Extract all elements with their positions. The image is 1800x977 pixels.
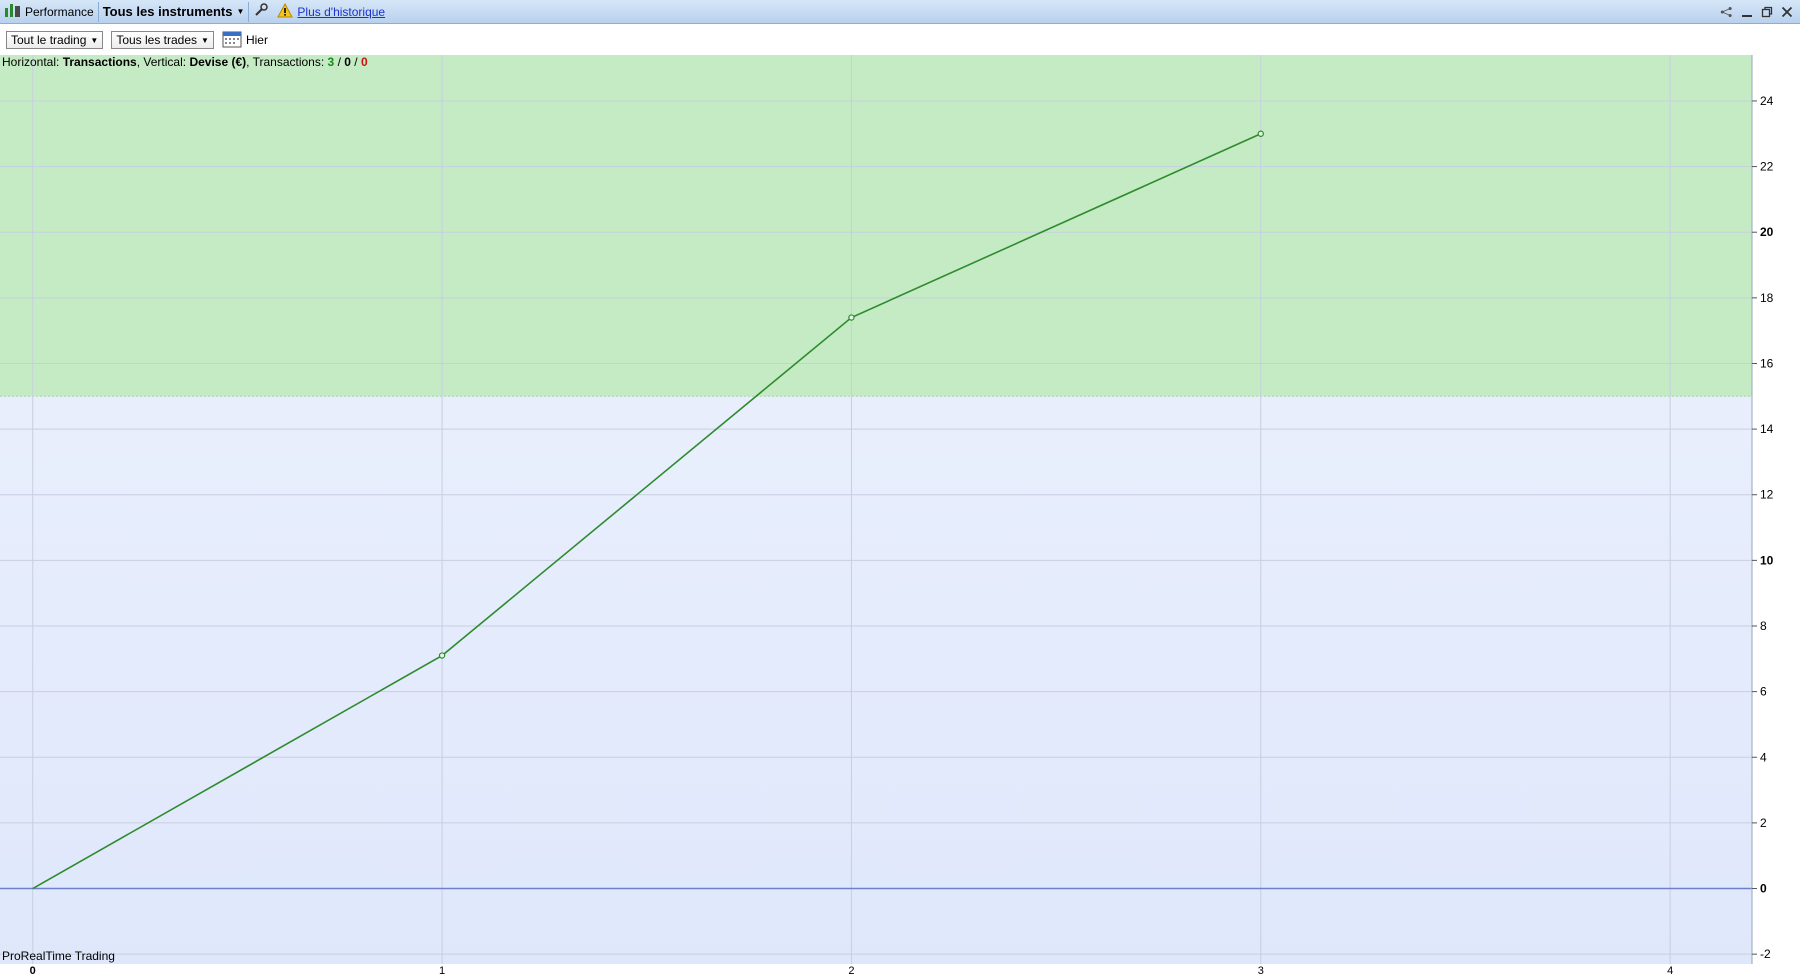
x-tick-label: 1	[439, 965, 445, 977]
share-icon[interactable]	[1720, 5, 1734, 19]
performance-icon	[4, 2, 22, 21]
chevron-down-icon: ▼	[201, 35, 209, 45]
equity-chart[interactable]: -2 0 2 4 6 8 10 12 14 16 18 20 22 24 01234	[0, 55, 1800, 977]
x-tick-label: 0	[30, 965, 36, 977]
y-tick-label: 12	[1760, 488, 1774, 502]
date-picker[interactable]: Hier	[222, 30, 268, 51]
y-tick-label: 2	[1760, 816, 1767, 830]
wrench-icon	[253, 2, 269, 21]
settings-button[interactable]	[249, 0, 273, 24]
y-tick-label: -2	[1760, 947, 1771, 961]
trades-select[interactable]: Tous les trades ▼	[111, 31, 214, 49]
warning-icon	[277, 2, 294, 21]
y-tick-label: 14	[1760, 422, 1774, 436]
calendar-icon	[222, 30, 242, 51]
y-tick-label: 0	[1760, 882, 1767, 896]
y-tick-label: 24	[1760, 94, 1774, 108]
toolbar: Tout le trading ▼ Tous les trades ▼ Hier	[0, 25, 1800, 55]
chevron-down-icon: ▼	[236, 7, 245, 16]
horizontal-value: Transactions	[62, 55, 137, 69]
trades-select-value: Tous les trades	[116, 33, 198, 47]
data-point	[848, 314, 855, 321]
restore-icon[interactable]	[1760, 5, 1774, 19]
transactions-label: , Transactions:	[246, 55, 325, 69]
history-link[interactable]: Plus d'historique	[297, 5, 385, 19]
title-bar: Performance Tous les instruments ▼ Plus …	[0, 0, 1800, 24]
horizontal-label: Horizontal:	[2, 55, 60, 69]
data-point	[438, 652, 446, 659]
vertical-value: Devise (€)	[189, 55, 247, 69]
vertical-label: , Vertical:	[136, 55, 187, 69]
y-axis: -2024681012141618202224	[1752, 94, 1774, 961]
window-controls	[1720, 0, 1794, 24]
history-link-group: Plus d'historique	[273, 0, 389, 24]
neutral-count: 0	[344, 55, 351, 69]
losing-count: 0	[360, 55, 368, 69]
chart-canvas: -2024681012141618202224 01234	[0, 55, 1774, 977]
separator: /	[354, 55, 358, 69]
brand-label: ProRealTime Trading	[2, 949, 115, 963]
x-axis: 0 1 2 3 4	[30, 965, 1674, 977]
profit-zone	[0, 55, 1752, 397]
data-point	[1257, 130, 1264, 137]
y-tick-label: 20	[1760, 225, 1774, 239]
minimize-icon[interactable]	[1740, 5, 1754, 19]
instrument-label: Tous les instruments	[102, 4, 233, 19]
scope-select[interactable]: Tout le trading ▼	[6, 31, 104, 49]
x-tick-label: 4	[1667, 965, 1673, 977]
y-tick-label: 6	[1760, 685, 1767, 699]
performance-tab[interactable]: Performance	[0, 0, 98, 24]
y-tick-label: 8	[1760, 619, 1767, 633]
winning-count: 3	[327, 55, 335, 69]
chart-info: Horizontal: Transactions, Vertical: Devi…	[2, 55, 368, 69]
y-tick-label: 10	[1760, 553, 1774, 567]
close-icon[interactable]	[1780, 5, 1794, 19]
x-tick-label: 2	[848, 965, 854, 977]
y-tick-label: 16	[1760, 356, 1774, 370]
instrument-dropdown[interactable]: Tous les instruments ▼	[99, 0, 249, 24]
x-tick-label: 3	[1258, 965, 1264, 977]
separator: /	[337, 55, 341, 69]
y-tick-label: 18	[1760, 291, 1774, 305]
y-tick-label: 4	[1760, 750, 1767, 764]
date-label: Hier	[245, 33, 268, 47]
y-tick-label: 22	[1760, 160, 1774, 174]
scope-select-value: Tout le trading	[11, 33, 87, 47]
chevron-down-icon: ▼	[90, 35, 99, 45]
window-title: Performance	[25, 4, 94, 19]
